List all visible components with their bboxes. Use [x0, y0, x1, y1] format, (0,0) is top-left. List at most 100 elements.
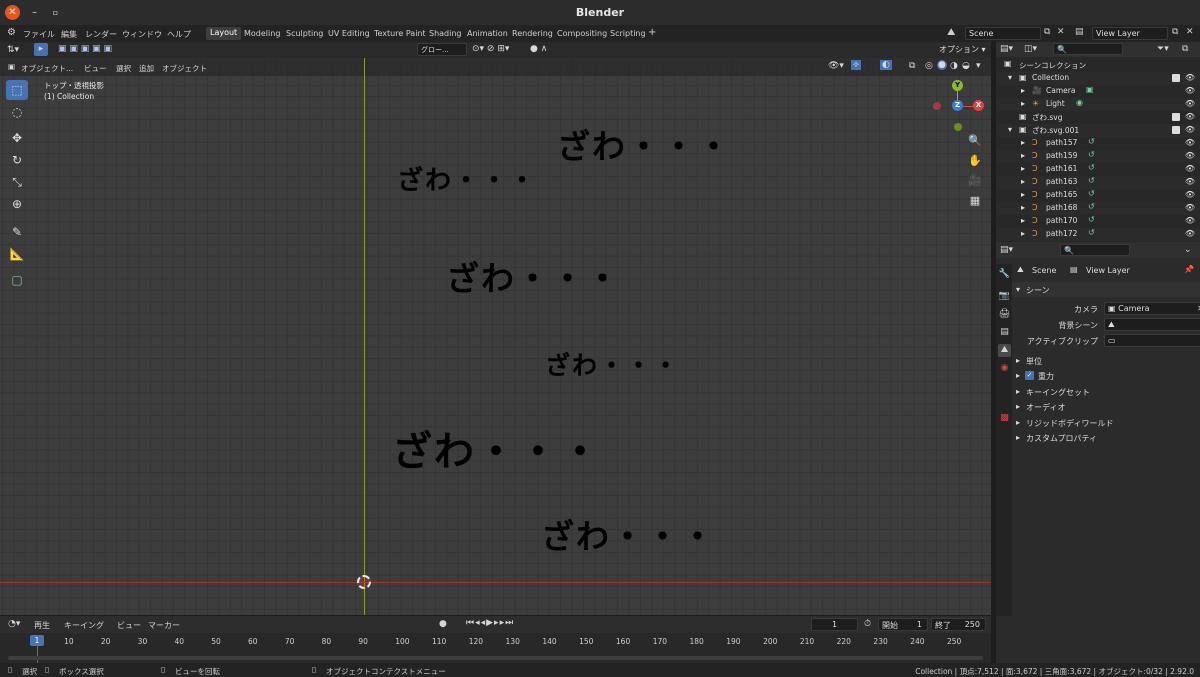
expand-arrow-icon[interactable]: ▾	[1008, 125, 1012, 134]
tab-sculpting[interactable]: Sculpting	[286, 29, 323, 38]
display-mode-icon[interactable]: ◫▾	[1024, 44, 1037, 54]
curve-data-icon[interactable]: ↺	[1088, 189, 1095, 198]
outliner-row[interactable]: ▸ Ͻ path157 ↺ 👁	[996, 137, 1200, 150]
eye-icon[interactable]: 👁	[1185, 229, 1195, 238]
eye-icon[interactable]: 👁	[1185, 99, 1195, 108]
menu-file[interactable]: ファイル	[23, 29, 55, 40]
add-cube-tool-icon[interactable]: ▢	[6, 270, 28, 290]
3d-cursor[interactable]	[357, 575, 371, 589]
outliner-row[interactable]: ▸ 🎥 Camera ▣ 👁	[996, 85, 1200, 98]
timeline-menu-keying[interactable]: キーイング	[64, 620, 104, 631]
pan-hand-icon[interactable]: ✋	[966, 152, 984, 170]
outliner-row[interactable]: ▸ Ͻ path172 ↺ 👁	[996, 228, 1200, 241]
world-tab-icon[interactable]: ◉	[998, 362, 1011, 375]
curve-data-icon[interactable]: ↺	[1088, 137, 1095, 146]
tab-rendering[interactable]: Rendering	[512, 29, 553, 38]
expand-arrow-icon[interactable]: ▸	[1021, 229, 1025, 238]
tab-uv-editing[interactable]: UV Editing	[328, 29, 370, 38]
outliner-row[interactable]: ▸ Ͻ path165 ↺ 👁	[996, 189, 1200, 202]
audio-section-header[interactable]: ▸ オーディオ	[1012, 399, 1200, 414]
viewport-text-object[interactable]: ざわ・・・	[541, 510, 716, 558]
outliner-row[interactable]: ▸ Ͻ path161 ↺ 👁	[996, 163, 1200, 176]
camera-data-icon[interactable]: ▣	[1086, 85, 1094, 94]
shading-options-icon[interactable]: ▾	[976, 61, 981, 71]
clock-icon[interactable]: ⏱	[864, 619, 871, 629]
units-section-header[interactable]: ▸ 単位	[1012, 353, 1200, 368]
tab-shading[interactable]: Shading	[429, 29, 462, 38]
eye-icon[interactable]: 👁	[1185, 112, 1195, 121]
curve-data-icon[interactable]: ↺	[1088, 176, 1095, 185]
viewport-text-object[interactable]: ざわ・・・	[557, 120, 732, 168]
perspective-grid-icon[interactable]: ▦	[966, 192, 984, 210]
select-tool-icon[interactable]: ▸	[34, 43, 48, 56]
eye-icon[interactable]: 👁	[1185, 125, 1195, 134]
outliner-row[interactable]: ▾ ▣ ざわ.svg.001 👁	[996, 124, 1200, 137]
outliner-editor-icon[interactable]: ▤▾	[1000, 44, 1013, 54]
expand-arrow-icon[interactable]: ▸	[1021, 138, 1025, 147]
tab-layout[interactable]: Layout	[206, 27, 242, 40]
material-shading-icon[interactable]: ◑	[950, 61, 958, 71]
eye-icon[interactable]: 👁	[1185, 177, 1195, 186]
expand-arrow-icon[interactable]: ▸	[1021, 203, 1025, 212]
annotate-tool-icon[interactable]: ✎	[6, 222, 28, 242]
expand-arrow-icon[interactable]: ▸	[1021, 190, 1025, 199]
keying-sets-section-header[interactable]: ▸ キーイングセット	[1012, 384, 1200, 399]
curve-data-icon[interactable]: ↺	[1088, 202, 1095, 211]
render-tab-icon[interactable]: 📷	[998, 290, 1011, 303]
gizmo-neg-y[interactable]	[954, 123, 962, 131]
custom-properties-section-header[interactable]: ▸ カスタムプロパティ	[1012, 430, 1200, 445]
eye-icon[interactable]: 👁	[1185, 151, 1195, 160]
scale-tool-icon[interactable]: ⤡	[6, 172, 28, 192]
start-frame-field[interactable]: 開始 1	[878, 618, 928, 631]
eye-icon[interactable]: 👁	[1185, 86, 1195, 95]
outliner-search-input[interactable]: 🔍	[1053, 43, 1123, 55]
viewport-menu-select[interactable]: 選択	[116, 63, 131, 74]
visibility-icon[interactable]: 👁▾	[828, 61, 844, 71]
viewport-text-object[interactable]: ざわ・・・	[397, 160, 537, 197]
camera-view-icon[interactable]: 🎥	[966, 172, 984, 190]
viewport-text-object[interactable]: ざわ・・・	[392, 419, 602, 477]
properties-search-input[interactable]: 🔍	[1060, 244, 1130, 256]
menu-render[interactable]: レンダー	[85, 29, 117, 40]
new-collection-icon[interactable]: ⧉	[1182, 44, 1188, 54]
remove-viewlayer-icon[interactable]: ✕	[1186, 27, 1194, 37]
rotate-tool-icon[interactable]: ↻	[6, 150, 28, 170]
copy-scene-icon[interactable]: ⧉	[1044, 27, 1050, 37]
playback-controls[interactable]: ⏮◂◂▶▸▸⏭	[466, 618, 514, 628]
3d-viewport[interactable]: ▣ オブジェクト... ビュー 選択 追加 オブジェクト 👁▾ ⟡ ◐ ⧉ ◎ …	[0, 58, 991, 615]
viewlayer-icon[interactable]: ▤	[1075, 27, 1084, 37]
timeline-menu-marker[interactable]: マーカー	[148, 620, 180, 631]
wireframe-shading-icon[interactable]: ◎	[925, 61, 933, 71]
timeline-menu-view[interactable]: ビュー	[117, 620, 141, 631]
eye-icon[interactable]: 👁	[1185, 216, 1195, 225]
viewport-text-object[interactable]: ざわ・・・	[545, 346, 680, 382]
outliner-row[interactable]: ▸ Ͻ path168 ↺ 👁	[996, 202, 1200, 215]
measure-tool-icon[interactable]: 📐	[6, 244, 28, 264]
checkbox-icon[interactable]	[1172, 74, 1180, 82]
rigid-body-world-section-header[interactable]: ▸ リジッドボディワールド	[1012, 415, 1200, 430]
options-dropdown[interactable]: オプション ▾	[936, 43, 988, 56]
tool-tab-icon[interactable]: 🔧	[998, 268, 1011, 281]
select-box-icon[interactable]: ⬚	[6, 80, 28, 100]
pivot-snap-icons[interactable]: ⊙▾ ⊘ ⊞▾	[472, 44, 509, 54]
viewlayer-tab-icon[interactable]: ▤	[998, 326, 1011, 339]
eye-icon[interactable]: 👁	[1185, 190, 1195, 199]
viewport-menu-object[interactable]: オブジェクト	[162, 63, 207, 74]
gizmo-y-axis[interactable]: Y	[952, 80, 963, 91]
gravity-section-header[interactable]: ▸ ✓ 重力	[1012, 368, 1200, 383]
gizmo-x-axis[interactable]: X	[973, 100, 984, 111]
scene-icon[interactable]: ⛰	[947, 27, 955, 38]
move-tool-icon[interactable]: ✥	[6, 128, 28, 148]
proportional-edit-icons[interactable]: ● ∧	[530, 44, 547, 54]
curve-data-icon[interactable]: ↺	[1088, 150, 1095, 159]
eye-icon[interactable]: 👁	[1185, 203, 1195, 212]
properties-options-icon[interactable]: ⌄	[1184, 245, 1192, 255]
expand-arrow-icon[interactable]: ▸	[1021, 164, 1025, 173]
outliner-row[interactable]: ▣ ざわ.svg 👁	[996, 111, 1200, 124]
tab-modeling[interactable]: Modeling	[244, 29, 280, 38]
expand-arrow-icon[interactable]: ▾	[1008, 73, 1012, 82]
outliner-row[interactable]: ▸ Ͻ path159 ↺ 👁	[996, 150, 1200, 163]
gizmo-toggle-icon[interactable]: ⟡	[851, 60, 861, 70]
outliner-row[interactable]: ▸ ☀ Light ◉ 👁	[996, 98, 1200, 111]
current-frame-field[interactable]: 1	[811, 618, 858, 631]
